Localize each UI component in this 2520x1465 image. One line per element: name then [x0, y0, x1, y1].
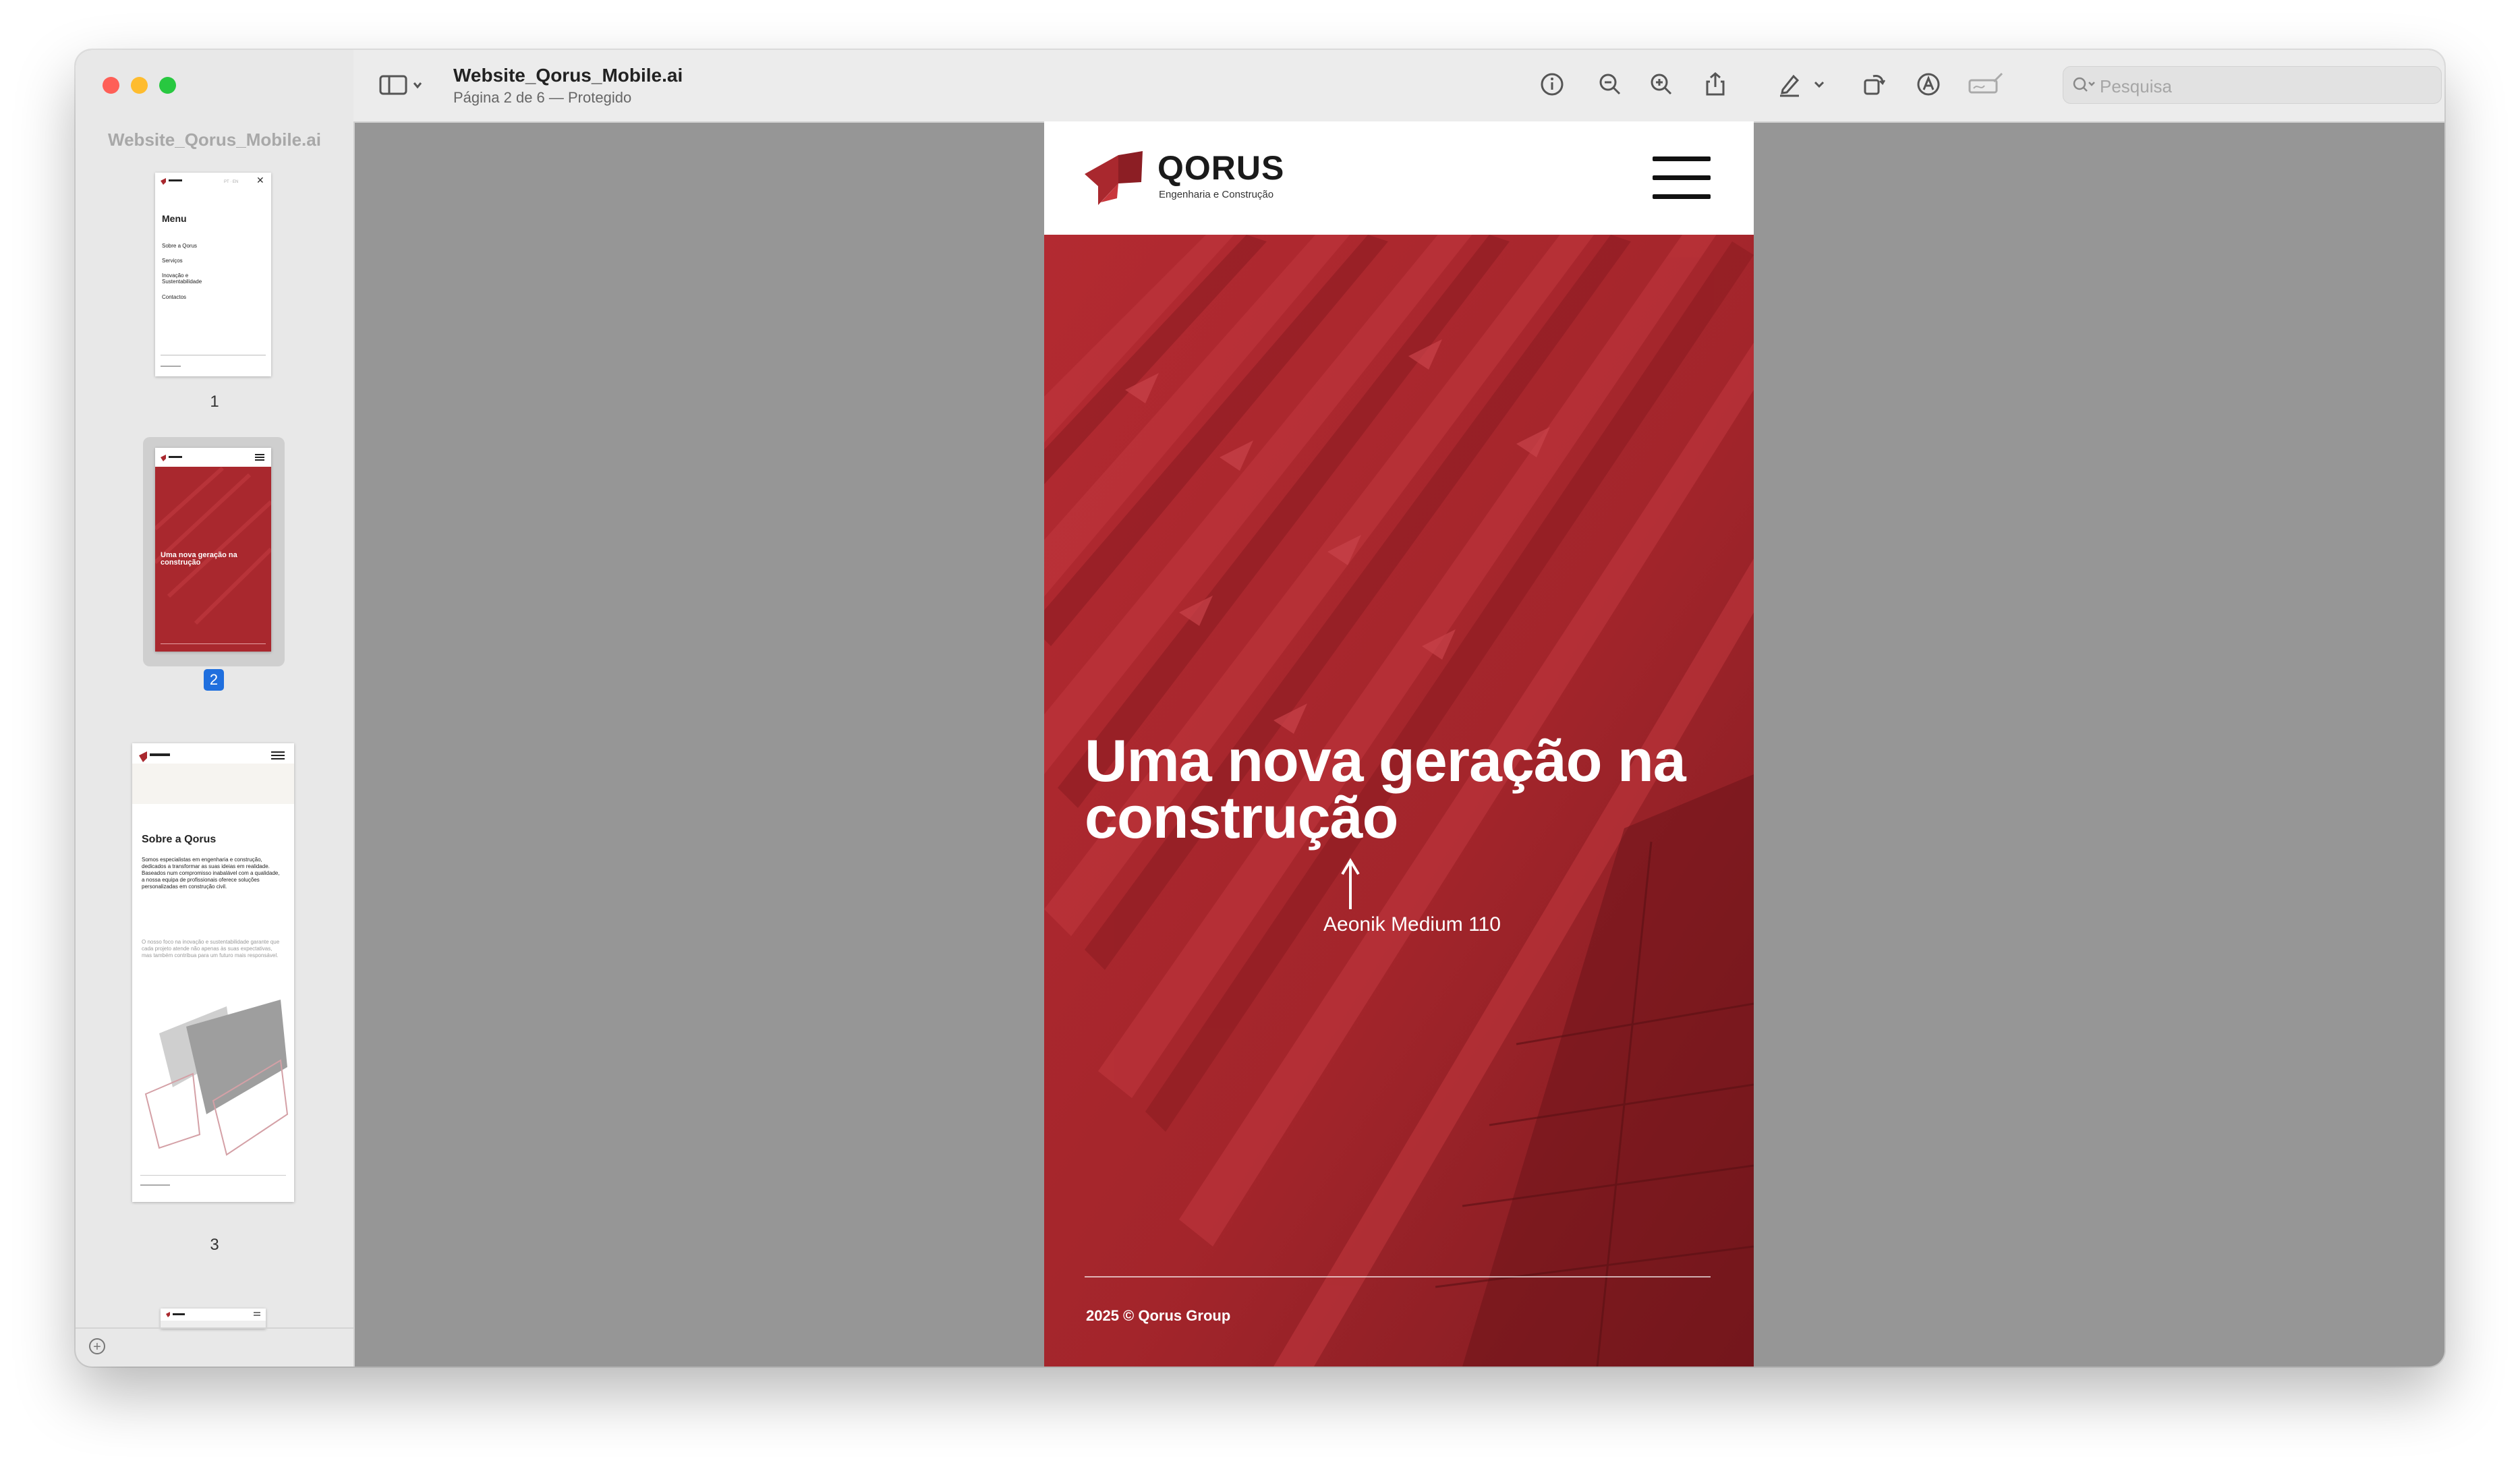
menu-line-icon [1653, 194, 1711, 199]
annotate-button[interactable] [1913, 69, 1944, 100]
zoom-out-button[interactable] [1595, 69, 1626, 100]
qorus-logo-icon [1085, 151, 1143, 205]
page-header: QORUS Engenharia e Construção [1044, 121, 1754, 235]
sign-button[interactable] [1967, 69, 2005, 100]
thumbnail-2-art [155, 448, 271, 652]
info-icon [1541, 73, 1564, 96]
thumbnail-4-art [161, 1312, 266, 1329]
thumbnail-1-menu-item: Serviços [162, 258, 183, 264]
page-thumbnail-3[interactable]: Sobre a Qorus Somos especialistas em eng… [132, 743, 294, 1202]
page-thumbnail-2[interactable]: Uma nova geração na construção [155, 448, 271, 652]
thumbnail-1-menu-item: Contactos [162, 294, 187, 300]
page-thumbnail-4[interactable] [161, 1309, 266, 1329]
pen-icon [1780, 74, 1800, 97]
thumbnail-1-menu-item: Inovação e Sustentabilidade [162, 272, 202, 285]
markup-menu-button[interactable] [1809, 69, 1829, 100]
rotate-button[interactable] [1858, 69, 1889, 100]
signature-icon [1968, 72, 2003, 94]
svg-text:✕: ✕ [256, 175, 264, 185]
sidebar: Website_Qorus_Mobile.ai ✕ PT · EN Menu S… [76, 50, 355, 1367]
thumbnail-3-body-secondary: O nosso foco na inovação e sustentabilid… [142, 939, 280, 958]
add-page-icon[interactable]: + [89, 1338, 105, 1354]
thumbnail-1-menu-heading: Menu [162, 213, 187, 224]
thumbnail-1-menu-item: Sobre a Qorus [162, 243, 198, 249]
footer-copyright: 2025 © Qorus Group [1086, 1307, 1231, 1324]
close-window-button[interactable] [103, 77, 119, 94]
share-icon [1706, 72, 1725, 96]
sidebar-footer: + [76, 1327, 353, 1367]
brand-name: QORUS [1157, 149, 1285, 187]
preview-window: Website_Qorus_Mobile.ai ✕ PT · EN Menu S… [76, 50, 2444, 1367]
zoom-in-button[interactable] [1646, 69, 1677, 100]
zoom-window-button[interactable] [159, 77, 176, 94]
thumbnail-2-headline: Uma nova geração na construção [161, 551, 237, 567]
hero-section: Uma nova geração na construção Aeonik Me… [1044, 235, 1754, 1367]
sidebar-toggle-button[interactable] [378, 69, 425, 100]
search-icon [2073, 77, 2095, 92]
thumbnail-3-body: Somos especialistas em engenharia e cons… [142, 857, 280, 890]
document-title: Website_Qorus_Mobile.ai [453, 65, 683, 86]
font-annotation: Aeonik Medium 110 [1323, 913, 1501, 936]
annotate-icon [1917, 73, 1940, 96]
svg-text:PT · EN: PT · EN [224, 180, 238, 184]
document-subtitle: Página 2 de 6 — Protegido [453, 89, 632, 106]
zoom-out-icon [1599, 74, 1621, 95]
zoom-in-icon [1651, 74, 1672, 95]
rotate-icon [1864, 75, 1886, 95]
info-button[interactable] [1537, 69, 1568, 100]
share-button[interactable] [1700, 69, 1731, 100]
page-thumbnail-1[interactable]: ✕ PT · EN Menu Sobre a Qorus Serviços In… [155, 173, 271, 376]
markup-button[interactable] [1774, 69, 1805, 100]
footer-divider [1085, 1276, 1711, 1277]
search-input[interactable]: Pesquisa [2063, 66, 2442, 104]
brand-tagline: Engenharia e Construção [1159, 189, 1274, 200]
thumbnail-1-label: 1 [210, 393, 219, 411]
thumbnail-3-label: 3 [210, 1236, 219, 1254]
document-page: QORUS Engenharia e Construção Uma nova g… [1044, 121, 1754, 1367]
thumbnail-2-label: 2 [204, 669, 224, 691]
menu-line-icon [1653, 175, 1711, 180]
sidebar-title: Website_Qorus_Mobile.ai [108, 130, 321, 150]
toolbar: Website_Qorus_Mobile.ai Página 2 de 6 — … [353, 50, 2444, 123]
thumbnail-3-heading: Sobre a Qorus [142, 834, 217, 845]
menu-line-icon [1653, 156, 1711, 161]
chevron-down-icon [1814, 81, 1825, 88]
minimize-window-button[interactable] [131, 77, 148, 94]
search-placeholder: Pesquisa [2100, 76, 2172, 96]
thumbnail-3-art [132, 751, 294, 1186]
hero-headline: Uma nova geração na construção [1085, 727, 1686, 851]
sidebar-icon [379, 75, 422, 95]
